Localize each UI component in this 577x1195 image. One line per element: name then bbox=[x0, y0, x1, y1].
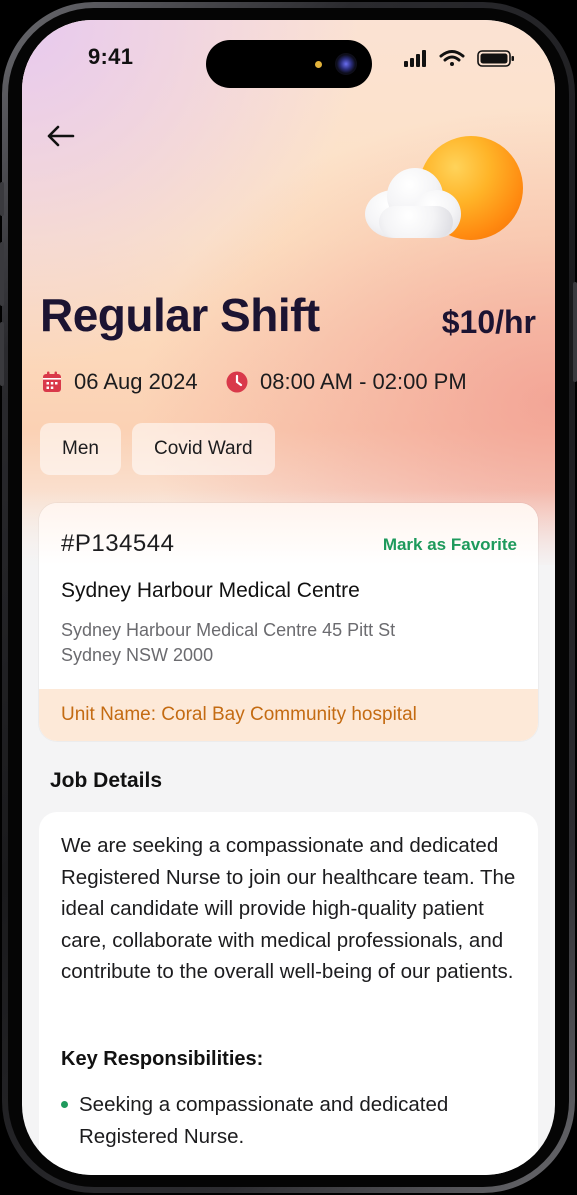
shift-time-text: 08:00 AM - 02:00 PM bbox=[260, 369, 467, 394]
status-icons bbox=[404, 50, 514, 67]
tag-chip: Men bbox=[40, 423, 121, 475]
signal-icon bbox=[404, 50, 426, 67]
status-time: 9:41 bbox=[88, 44, 134, 69]
calendar-icon bbox=[43, 371, 61, 392]
job-details-card: We are seeking a compassionate and dedic… bbox=[39, 812, 538, 1175]
app-screen: 9:41 Regular Shift $10/hr 06 Aug 2024 08… bbox=[22, 20, 555, 1175]
bullet-icon bbox=[61, 1101, 68, 1108]
unit-name: Unit Name: Coral Bay Community hospital bbox=[61, 704, 417, 725]
responsibilities-heading: Key Responsibilities: bbox=[61, 1048, 264, 1070]
battery-icon bbox=[477, 50, 514, 67]
facility-address: Sydney Harbour Medical Centre 45 Pitt St… bbox=[61, 620, 396, 665]
shift-rate: $10/hr bbox=[441, 304, 536, 340]
list-item: Seeking a compassionate and dedicated Re… bbox=[61, 1089, 501, 1152]
job-details-heading: Job Details bbox=[50, 769, 163, 792]
responsibility-text: Seeking a compassionate and dedicated Re… bbox=[79, 1093, 449, 1148]
shift-title: Regular Shift bbox=[40, 289, 320, 341]
shift-time: 08:00 AM - 02:00 PM bbox=[226, 368, 467, 396]
shift-tags: Men Covid Ward bbox=[40, 423, 275, 475]
shift-date-text: 06 Aug 2024 bbox=[74, 369, 198, 394]
dynamic-island bbox=[206, 40, 372, 88]
shift-date: 06 Aug 2024 bbox=[42, 368, 198, 396]
partly-sunny-icon bbox=[365, 132, 525, 244]
job-id: #P134544 bbox=[61, 530, 175, 557]
unit-banner: Unit Name: Coral Bay Community hospital bbox=[39, 689, 538, 741]
mark-favorite-button[interactable]: Mark as Favorite bbox=[383, 535, 517, 555]
back-button[interactable] bbox=[40, 116, 80, 156]
arrow-left-icon bbox=[47, 125, 75, 147]
job-description: We are seeking a compassionate and dedic… bbox=[61, 834, 516, 983]
clock-icon bbox=[226, 371, 248, 393]
facility-name: Sydney Harbour Medical Centre bbox=[61, 579, 360, 602]
tag-chip: Covid Ward bbox=[131, 423, 275, 475]
wifi-icon bbox=[439, 50, 465, 66]
facility-card: #P134544 Mark as Favorite Sydney Harbour… bbox=[39, 503, 538, 741]
